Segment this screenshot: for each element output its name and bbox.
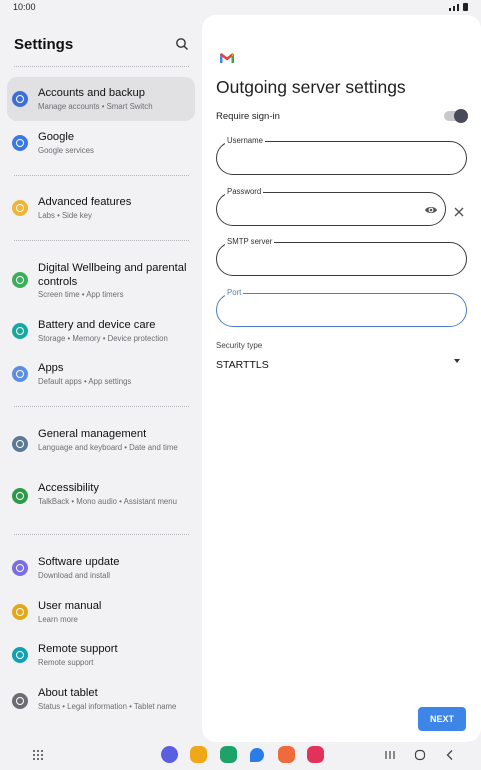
messages-icon[interactable] <box>250 748 264 762</box>
sidebar-item-user-manual[interactable]: User manual Learn more <box>7 590 195 634</box>
sidebar-item-battery-and-device-care[interactable]: Battery and device care Storage • Memory… <box>7 309 195 353</box>
password-label: Password <box>225 187 264 196</box>
sidebar-item-sub: Learn more <box>38 615 78 624</box>
sidebar-item-sub: Google services <box>38 146 94 155</box>
gmail-logo-icon <box>220 53 234 63</box>
user-manual-icon <box>12 604 28 620</box>
sidebar-item-sub: Status • Legal information • Tablet name <box>38 702 177 711</box>
signal-bar <box>457 4 459 11</box>
sidebar-item-apps[interactable]: Apps Default apps • App settings <box>7 352 195 396</box>
signal-icon <box>449 8 451 11</box>
my-files-icon[interactable] <box>190 746 207 763</box>
general-management-icon <box>12 436 28 452</box>
sidebar-item-google[interactable]: Google Google services <box>7 121 195 165</box>
sidebar-item-label: Advanced features <box>38 196 132 208</box>
sidebar-item-sub: TalkBack • Mono audio • Assistant menu <box>38 497 177 506</box>
security-type-label: Security type <box>216 341 263 350</box>
password-field[interactable]: Password <box>216 187 446 226</box>
software-update-icon <box>12 560 28 576</box>
about-tablet-icon <box>12 693 28 709</box>
security-type-select[interactable]: STARTTLS <box>216 359 269 371</box>
sidebar-item-sub: Manage accounts • Smart Switch <box>38 102 153 111</box>
youtube-icon[interactable] <box>307 746 324 763</box>
sidebar-item-digital-wellbeing[interactable]: Digital Wellbeing and parental controls … <box>7 252 195 304</box>
divider <box>14 534 189 535</box>
sidebar-item-label: Apps <box>38 362 64 374</box>
status-bar: 10:00 <box>0 0 481 14</box>
username-input[interactable] <box>227 150 407 166</box>
sidebar-item-label: Software update <box>38 556 120 568</box>
back-icon[interactable] <box>443 748 457 762</box>
settings-panel: Settings Accounts and backup Manage acco… <box>0 16 202 740</box>
sidebar-item-label: Digital Wellbeing and parental controls <box>38 262 187 288</box>
sidebar-item-label: Accessibility <box>38 482 99 494</box>
settings-title: Settings <box>14 36 74 53</box>
username-field[interactable]: Username <box>216 136 467 175</box>
port-label: Port <box>225 288 244 297</box>
advanced-features-icon <box>12 200 28 216</box>
status-time: 10:00 <box>13 2 36 12</box>
chevron-down-icon[interactable] <box>454 359 460 363</box>
digital-wellbeing-icon <box>12 272 28 288</box>
smtp-server-label: SMTP server <box>225 237 275 246</box>
divider <box>14 66 189 67</box>
accounts-sync-icon <box>12 91 28 107</box>
password-input[interactable] <box>227 201 407 217</box>
sidebar-item-about-tablet[interactable]: About tablet Status • Legal information … <box>7 677 195 729</box>
smtp-server-input[interactable] <box>227 251 407 267</box>
battery-icon <box>463 3 468 11</box>
search-icon[interactable] <box>174 36 190 52</box>
accessibility-icon <box>12 488 28 504</box>
apps-icon <box>12 366 28 382</box>
app-drawer-icon[interactable] <box>33 750 43 760</box>
home-icon[interactable] <box>413 748 427 762</box>
phone-icon[interactable] <box>220 746 237 763</box>
sidebar-item-sub: Download and install <box>38 571 110 580</box>
sidebar-item-label: About tablet <box>38 687 98 699</box>
port-input[interactable] <box>227 302 407 318</box>
smtp-server-field[interactable]: SMTP server <box>216 237 467 276</box>
google-icon <box>12 135 28 151</box>
divider <box>14 175 189 176</box>
outgoing-server-panel: Outgoing server settings Require sign-in… <box>202 15 481 742</box>
sidebar-item-sub: Labs • Side key <box>38 211 92 220</box>
sidebar-item-label: Google <box>38 131 75 143</box>
sidebar-item-label: Battery and device care <box>38 319 156 331</box>
signal-bar <box>453 6 455 11</box>
sidebar-item-software-update[interactable]: Software update Download and install <box>7 546 195 590</box>
require-signin-label: Require sign-in <box>216 111 280 122</box>
status-icons <box>449 3 468 11</box>
remote-support-icon <box>12 647 28 663</box>
recent-apps-icon[interactable] <box>383 748 397 762</box>
device-care-icon <box>12 323 28 339</box>
bixby-icon[interactable] <box>161 746 178 763</box>
sidebar-item-sub: Screen time • App timers <box>38 290 124 299</box>
sidebar-item-accounts-and-backup[interactable]: Accounts and backup Manage accounts • Sm… <box>7 77 195 121</box>
sidebar-item-sub: Remote support <box>38 658 94 667</box>
navigation-bar <box>0 740 481 770</box>
sidebar-item-accessibility[interactable]: Accessibility TalkBack • Mono audio • As… <box>7 472 195 524</box>
next-button[interactable]: NEXT <box>418 707 466 731</box>
divider <box>14 240 189 241</box>
sidebar-item-sub: Storage • Memory • Device protection <box>38 334 168 343</box>
sidebar-item-sub: Default apps • App settings <box>38 377 132 386</box>
clear-password-close-icon[interactable] <box>452 205 466 219</box>
sidebar-item-label: Remote support <box>38 643 118 655</box>
sidebar-item-general-management[interactable]: General management Language and keyboard… <box>7 418 195 470</box>
contacts-icon[interactable] <box>278 746 295 763</box>
sidebar-item-label: User manual <box>38 600 102 612</box>
username-label: Username <box>225 136 265 145</box>
sidebar-item-label: Accounts and backup <box>38 87 145 99</box>
sidebar-item-advanced-features[interactable]: Advanced features Labs • Side key <box>7 186 195 230</box>
toggle-knob <box>454 109 468 123</box>
sidebar-item-remote-support[interactable]: Remote support Remote support <box>7 633 195 677</box>
divider <box>14 406 189 407</box>
sidebar-item-sub: Language and keyboard • Date and time <box>38 443 178 452</box>
port-field[interactable]: Port <box>216 288 467 327</box>
sidebar-item-label: General management <box>38 428 147 440</box>
show-password-eye-icon[interactable] <box>424 203 438 217</box>
require-signin-toggle[interactable] <box>444 109 468 123</box>
page-title: Outgoing server settings <box>216 77 406 97</box>
